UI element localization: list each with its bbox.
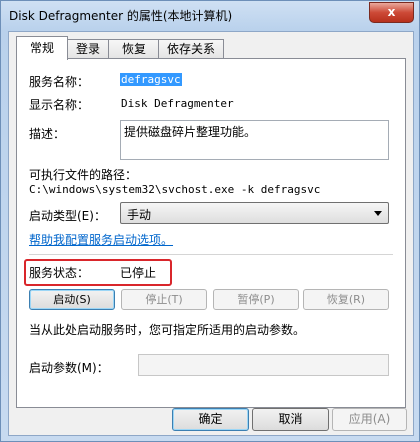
dialog-client-area: 常规 登录 恢复 依存关系 服务名称： defragsvc 显示名称： Disk… <box>8 31 414 436</box>
exec-path-value: C:\windows\system32\svchost.exe -k defra… <box>29 183 321 196</box>
apply-button[interactable]: 应用(A) <box>332 408 407 431</box>
title-bar[interactable]: Disk Defragmenter 的属性(本地计算机) x <box>1 1 419 31</box>
description-box[interactable]: 提供磁盘碎片整理功能。 <box>120 120 389 160</box>
cancel-button[interactable]: 取消 <box>252 408 329 431</box>
service-name-value[interactable]: defragsvc <box>120 73 182 86</box>
chevron-down-icon <box>374 211 382 216</box>
tab-logon[interactable]: 登录 <box>66 39 110 59</box>
stop-button[interactable]: 停止(T) <box>121 289 207 310</box>
general-tab-panel: 服务名称： defragsvc 显示名称： Disk Defragmenter … <box>16 58 406 408</box>
description-text: 提供磁盘碎片整理功能。 <box>124 125 257 139</box>
start-params-input[interactable] <box>138 354 389 376</box>
window-title: Disk Defragmenter 的属性(本地计算机) <box>9 9 233 23</box>
start-params-hint: 当从此处启动服务时，您可指定所适用的启动参数。 <box>29 323 306 337</box>
startup-type-label: 启动类型(E)： <box>29 209 106 223</box>
service-name-label: 服务名称： <box>29 75 90 89</box>
ok-button[interactable]: 确定 <box>172 408 249 431</box>
tab-recovery[interactable]: 恢复 <box>108 39 160 59</box>
description-label: 描述： <box>29 127 66 141</box>
pause-button[interactable]: 暂停(P) <box>213 289 299 310</box>
tab-dependencies[interactable]: 依存关系 <box>158 39 224 59</box>
start-params-label: 启动参数(M)： <box>29 361 109 375</box>
section-divider <box>29 254 393 255</box>
properties-window: Disk Defragmenter 的属性(本地计算机) x 常规 登录 恢复 … <box>0 0 420 442</box>
close-button[interactable]: x <box>369 2 414 23</box>
display-name-value: Disk Defragmenter <box>121 97 234 110</box>
startup-type-value: 手动 <box>127 208 152 222</box>
help-configure-link[interactable]: 帮助我配置服务启动选项。 <box>29 231 173 248</box>
display-name-label: 显示名称： <box>29 98 90 112</box>
tab-general[interactable]: 常规 <box>16 36 68 60</box>
resume-button[interactable]: 恢复(R) <box>303 289 389 310</box>
exec-path-label: 可执行文件的路径： <box>29 168 138 182</box>
startup-type-select[interactable]: 手动 <box>120 202 389 224</box>
service-status-label: 服务状态： <box>29 266 90 280</box>
service-status-value: 已停止 <box>120 266 157 280</box>
start-button[interactable]: 启动(S) <box>29 289 115 310</box>
